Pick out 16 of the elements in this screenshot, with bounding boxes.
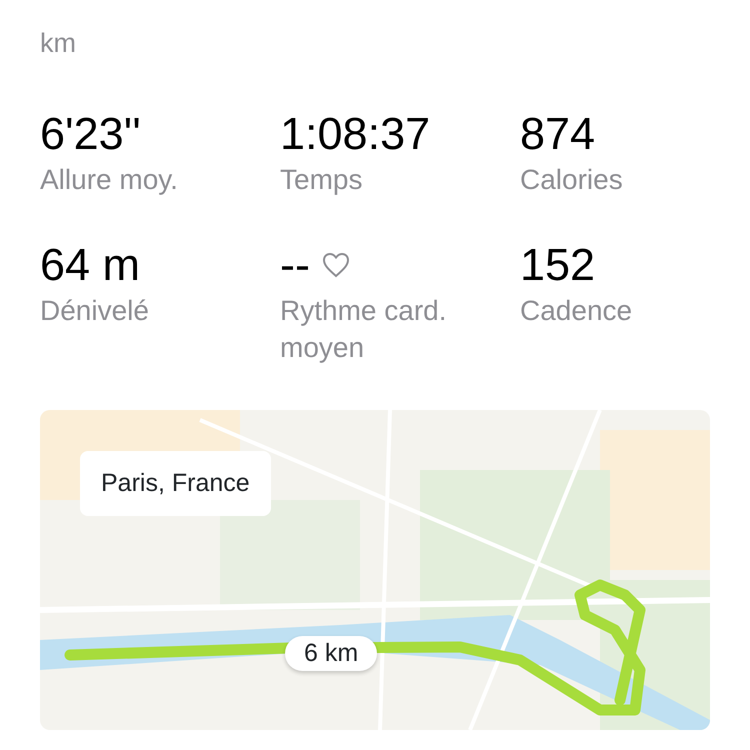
heart-icon <box>322 252 350 278</box>
stat-value: 152 <box>520 242 596 288</box>
stat-value: 1:08:37 <box>280 111 430 156</box>
stat-label: Temps <box>280 163 364 197</box>
stat-value: 64 m <box>40 242 140 288</box>
distance-unit: km <box>40 30 77 57</box>
stat-label: Calories <box>520 163 624 197</box>
stat-label: Cadence <box>520 294 634 328</box>
location-label: Paris, France <box>80 451 271 516</box>
stat-value: -- <box>280 242 310 288</box>
distance-marker: 6 km <box>285 636 378 672</box>
stat-label: Rythme card. moyen <box>280 294 448 365</box>
stat-value: 874 <box>520 111 596 156</box>
stat-label: Allure moy. <box>40 163 179 197</box>
stat-label: Dénivelé <box>40 294 150 328</box>
stat-value: 6'23'' <box>40 111 141 156</box>
